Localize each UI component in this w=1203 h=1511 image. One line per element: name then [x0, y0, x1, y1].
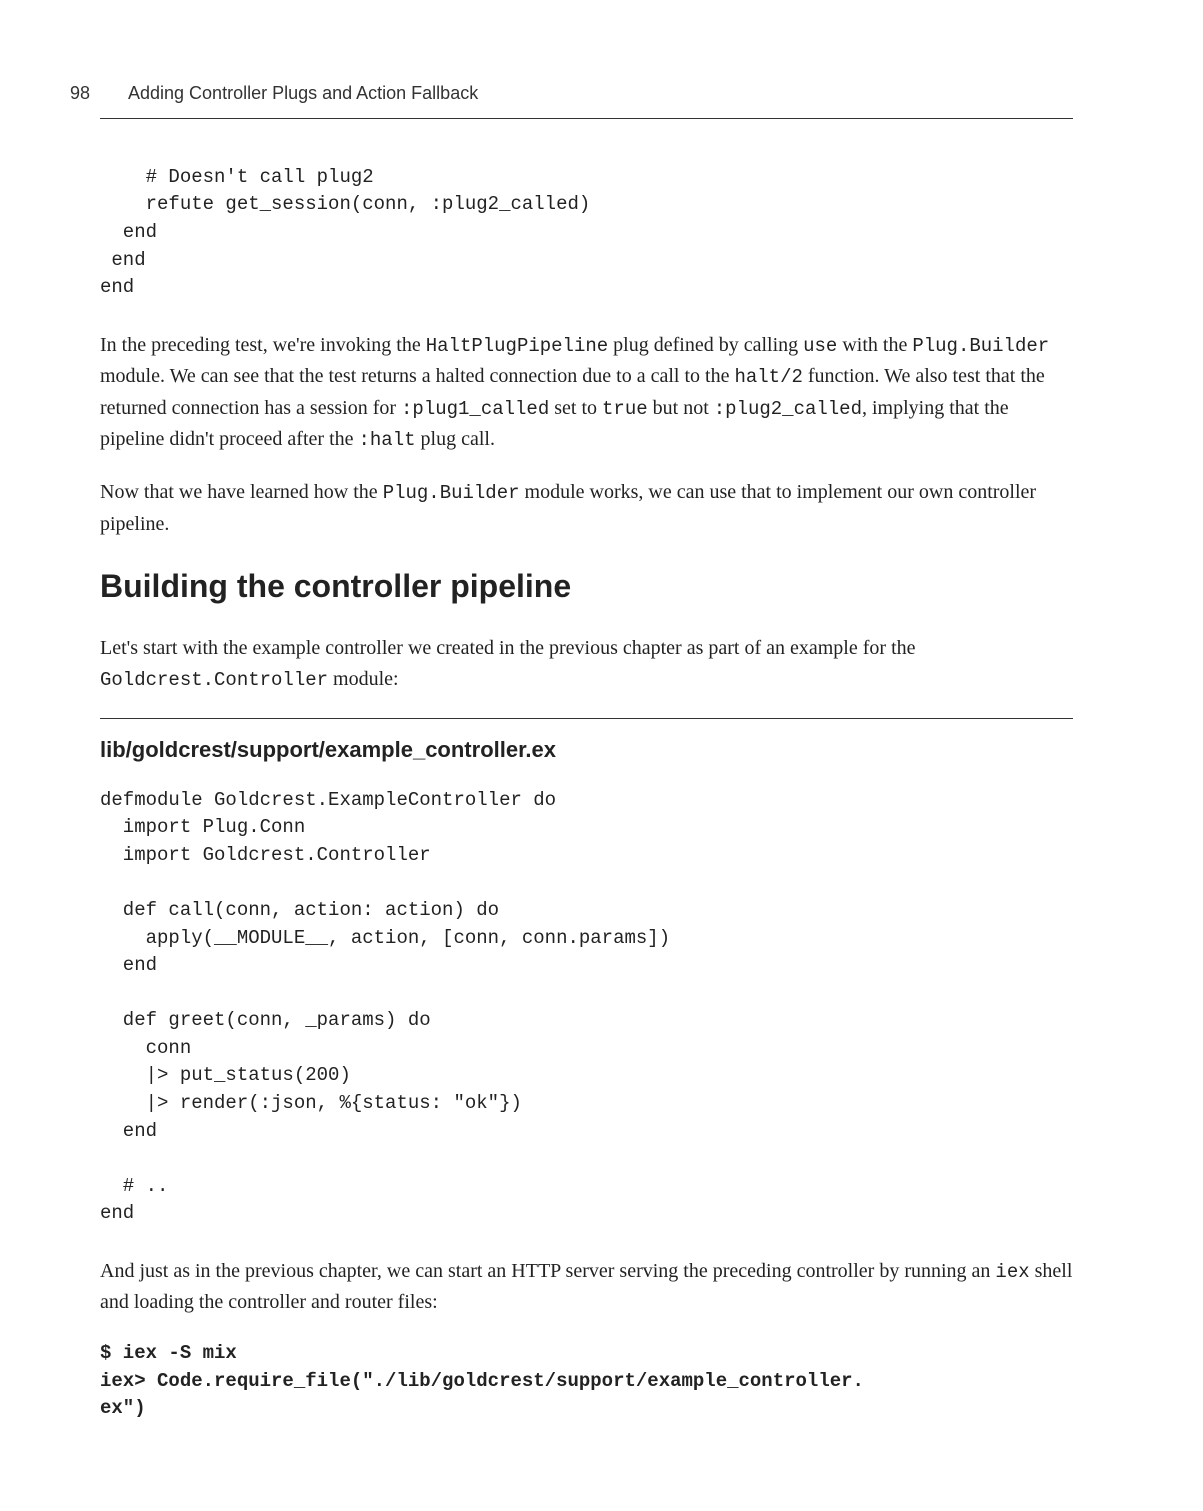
page-number: 98: [70, 80, 100, 108]
text: plug call.: [416, 428, 495, 450]
text: Now that we have learned how the: [100, 481, 383, 503]
code-block-test: # Doesn't call plug2 refute get_session(…: [100, 164, 1073, 302]
text: set to: [549, 397, 602, 419]
paragraph-2: Now that we have learned how the Plug.Bu…: [100, 477, 1073, 539]
text: Let's start with the example controller …: [100, 637, 916, 659]
inline-code: Plug.Builder: [912, 335, 1049, 357]
inline-code: Goldcrest.Controller: [100, 669, 328, 691]
inline-code: true: [602, 398, 648, 420]
paragraph-4: And just as in the previous chapter, we …: [100, 1256, 1073, 1318]
paragraph-3: Let's start with the example controller …: [100, 633, 1073, 695]
inline-code: :plug2_called: [714, 398, 862, 420]
code-block-controller: defmodule Goldcrest.ExampleController do…: [100, 787, 1073, 1228]
text: but not: [648, 397, 714, 419]
section-heading: Building the controller pipeline: [100, 562, 1073, 612]
inline-code: iex: [995, 1261, 1029, 1283]
code-block-iex: $ iex -S mix iex> Code.require_file("./l…: [100, 1340, 1073, 1423]
inline-code: HaltPlugPipeline: [426, 335, 608, 357]
inline-code: :plug1_called: [401, 398, 549, 420]
file-path-heading: lib/goldcrest/support/example_controller…: [100, 718, 1073, 775]
paragraph-1: In the preceding test, we're invoking th…: [100, 330, 1073, 456]
page-header: 98 Adding Controller Plugs and Action Fa…: [100, 80, 1073, 119]
inline-code: halt/2: [734, 366, 802, 388]
text: with the: [837, 334, 912, 356]
text: module:: [328, 668, 399, 690]
text: In the preceding test, we're invoking th…: [100, 334, 426, 356]
text: module. We can see that the test returns…: [100, 365, 734, 387]
inline-code: :halt: [359, 429, 416, 451]
chapter-title: Adding Controller Plugs and Action Fallb…: [128, 80, 478, 108]
inline-code: Plug.Builder: [383, 482, 520, 504]
text: And just as in the previous chapter, we …: [100, 1260, 995, 1282]
text: plug defined by calling: [608, 334, 803, 356]
inline-code: use: [803, 335, 837, 357]
